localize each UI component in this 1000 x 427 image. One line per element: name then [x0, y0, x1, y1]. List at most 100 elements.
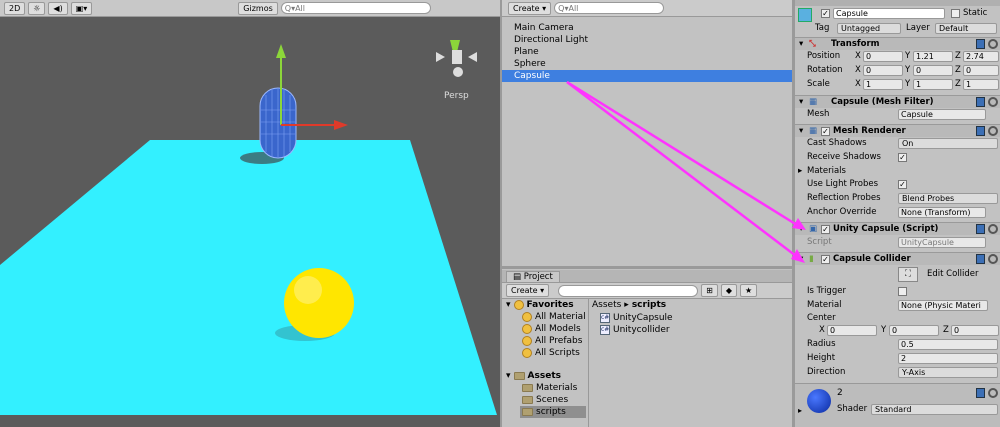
- rotation-row: Rotation X0 Y0 Z0: [795, 64, 1000, 77]
- direction-dropdown[interactable]: Y-Axis: [898, 367, 998, 378]
- project-create-button[interactable]: Create ▾: [506, 284, 550, 297]
- rotation-x-field[interactable]: 0: [863, 65, 903, 76]
- gizmos-dropdown[interactable]: Gizmos: [238, 1, 278, 15]
- effects-dropdown-icon[interactable]: ▣▾: [70, 1, 93, 15]
- filter-type-icon[interactable]: ⊞: [701, 284, 718, 297]
- position-y-field[interactable]: 1.21: [913, 51, 953, 62]
- gear-icon[interactable]: [988, 126, 998, 136]
- horizontal-divider[interactable]: [502, 266, 792, 269]
- active-checkbox[interactable]: ✓: [821, 9, 830, 18]
- favorites-item[interactable]: All Models: [522, 323, 581, 335]
- folder-icon: [522, 384, 533, 392]
- folder-icon: ▤: [513, 272, 522, 282]
- rotation-z-field[interactable]: 0: [963, 65, 999, 76]
- object-name-input[interactable]: Capsule: [833, 8, 945, 19]
- reflection-probes-dropdown[interactable]: Blend Probes: [898, 193, 998, 204]
- script-enabled-checkbox[interactable]: ✓: [821, 225, 830, 234]
- script-header[interactable]: ▾ ▣ ✓ Unity Capsule (Script): [795, 222, 1000, 235]
- light-probes-checkbox[interactable]: ✓: [898, 180, 907, 189]
- assets-header[interactable]: ▾ Assets: [506, 370, 561, 382]
- star-filter-icon[interactable]: ★: [740, 284, 758, 297]
- radius-field[interactable]: 0.5: [898, 339, 998, 350]
- folder-icon: [522, 396, 533, 404]
- cast-shadows-dropdown[interactable]: On: [898, 138, 998, 149]
- center-y-field[interactable]: 0: [889, 325, 939, 336]
- height-field[interactable]: 2: [898, 353, 998, 364]
- sphere-object: [284, 268, 354, 338]
- help-icon[interactable]: [976, 39, 985, 49]
- hierarchy-item[interactable]: Sphere: [502, 58, 792, 70]
- receive-shadows-checkbox[interactable]: ✓: [898, 153, 907, 162]
- is-trigger-checkbox[interactable]: [898, 287, 907, 296]
- position-row: Position X0 Y 1.21 Z 2.74: [795, 50, 1000, 63]
- star-icon: [513, 300, 524, 310]
- hierarchy-panel: Create ▾ Q▾All Main Camera Directional L…: [502, 0, 792, 265]
- asset-folder[interactable]: Scenes: [522, 394, 568, 406]
- help-icon[interactable]: [976, 224, 985, 234]
- position-z-field[interactable]: 2.74: [963, 51, 999, 62]
- csharp-script-icon: c#: [600, 313, 610, 323]
- capsule-collider-header[interactable]: ▾ ▮ ✓ Capsule Collider: [795, 252, 1000, 265]
- scale-z-field[interactable]: 1: [963, 79, 999, 90]
- scene-search-input[interactable]: Q▾All: [280, 2, 431, 14]
- edit-collider-icon[interactable]: ⛶: [898, 267, 918, 282]
- mesh-filter-header[interactable]: ▾ ▦ Capsule (Mesh Filter): [795, 95, 1000, 108]
- favorites-header[interactable]: ▾ Favorites: [506, 299, 574, 311]
- gear-icon[interactable]: [988, 97, 998, 107]
- hierarchy-item-selected[interactable]: Capsule: [502, 70, 792, 82]
- scene-canvas[interactable]: Persp: [0, 0, 500, 427]
- hierarchy-item[interactable]: Directional Light: [502, 34, 792, 46]
- audio-toggle-icon[interactable]: ◀): [48, 1, 68, 15]
- 2d-toggle[interactable]: 2D: [4, 1, 26, 15]
- rotation-y-field[interactable]: 0: [913, 65, 953, 76]
- materials-row[interactable]: ▸ Materials: [795, 165, 1000, 178]
- layer-dropdown[interactable]: Default: [935, 23, 997, 34]
- anchor-override-field[interactable]: None (Transform): [898, 207, 986, 218]
- mesh-field[interactable]: Capsule: [898, 109, 986, 120]
- hierarchy-create-button[interactable]: Create ▾: [508, 1, 552, 15]
- favorites-item[interactable]: All Scripts: [522, 347, 580, 359]
- hierarchy-item[interactable]: Plane: [502, 46, 792, 58]
- static-checkbox[interactable]: [951, 9, 960, 18]
- scale-y-field[interactable]: 1: [913, 79, 953, 90]
- help-icon[interactable]: [976, 126, 985, 136]
- lighting-toggle-icon[interactable]: ☼: [28, 1, 46, 15]
- help-icon[interactable]: [976, 388, 985, 398]
- breadcrumb: Assets ▸ scripts: [592, 300, 667, 310]
- transform-header[interactable]: ▾ ⤡ Transform: [795, 37, 1000, 50]
- scale-x-field[interactable]: 1: [863, 79, 903, 90]
- project-tab-label[interactable]: ▤ Project: [506, 271, 560, 282]
- center-x-field[interactable]: 0: [827, 325, 877, 336]
- favorites-item[interactable]: All Material: [522, 311, 586, 323]
- mesh-renderer-header[interactable]: ▾ ▦ ✓ Mesh Renderer: [795, 124, 1000, 137]
- collider-enabled-checkbox[interactable]: ✓: [821, 255, 830, 264]
- physic-material-field[interactable]: None (Physic Materi: [898, 300, 988, 311]
- position-x-field[interactable]: 0: [863, 51, 903, 62]
- direction-row: Direction Y-Axis: [795, 366, 1000, 379]
- script-file[interactable]: c# Unitycollider: [600, 324, 670, 336]
- folder-icon: [513, 372, 525, 380]
- asset-folder-selected[interactable]: scripts: [520, 406, 586, 418]
- renderer-enabled-checkbox[interactable]: ✓: [821, 127, 830, 136]
- project-tab[interactable]: ▤ Project: [502, 270, 792, 283]
- gear-icon[interactable]: [988, 224, 998, 234]
- shader-dropdown[interactable]: Standard: [871, 404, 998, 415]
- tag-dropdown[interactable]: Untagged: [837, 23, 901, 34]
- gear-icon[interactable]: [988, 388, 998, 398]
- hierarchy-item[interactable]: Main Camera: [502, 22, 792, 34]
- help-icon[interactable]: [976, 254, 985, 264]
- script-file[interactable]: c# UnityCapsule: [600, 312, 673, 324]
- radius-row: Radius 0.5: [795, 338, 1000, 351]
- hierarchy-search-input[interactable]: Q▾All: [554, 2, 665, 14]
- favorites-item[interactable]: All Prefabs: [522, 335, 582, 347]
- filter-label-icon[interactable]: ◆: [720, 284, 738, 297]
- help-icon[interactable]: [976, 97, 985, 107]
- gear-icon[interactable]: [988, 39, 998, 49]
- asset-folder[interactable]: Materials: [522, 382, 577, 394]
- gear-icon[interactable]: [988, 254, 998, 264]
- center-z-field[interactable]: 0: [951, 325, 999, 336]
- scene-view[interactable]: Persp 2D ☼ ◀) ▣▾ Gizmos Q▾All: [0, 0, 500, 427]
- project-search-input[interactable]: [558, 284, 699, 297]
- material-foldout-icon[interactable]: ▸: [798, 406, 802, 415]
- inspector-tab[interactable]: [795, 0, 1000, 6]
